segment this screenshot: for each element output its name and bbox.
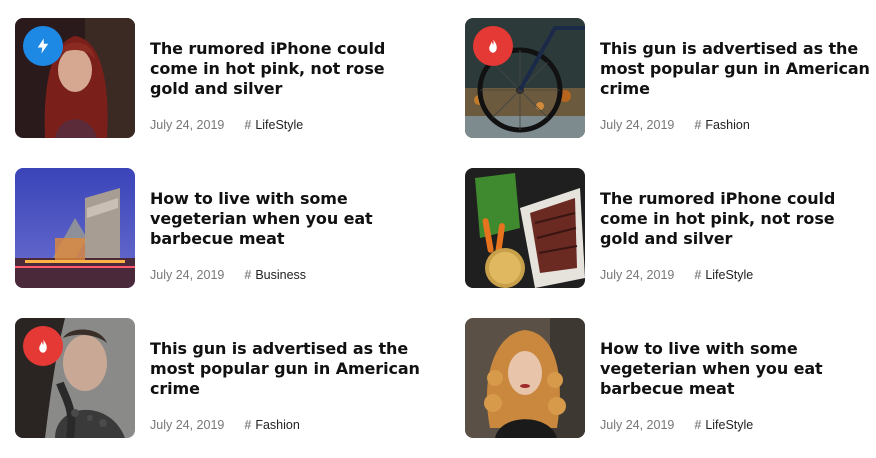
post-card[interactable]: How to live with some vegeterian when yo… (465, 318, 876, 438)
flash-icon (37, 38, 49, 54)
post-card[interactable]: This gun is advertised as the most popul… (15, 318, 435, 438)
post-thumbnail-building[interactable] (15, 168, 135, 288)
flash-badge (23, 26, 63, 66)
post-info: The rumored iPhone could come in hot pin… (600, 168, 870, 282)
post-info: This gun is advertised as the most popul… (600, 18, 870, 132)
hash-icon: # (244, 418, 252, 432)
post-card[interactable]: The rumored iPhone could come in hot pin… (465, 168, 876, 288)
post-info: How to live with some vegeterian when yo… (150, 168, 420, 282)
fire-icon (489, 38, 497, 53)
fire-badge (473, 26, 513, 66)
hash-icon: # (244, 118, 252, 132)
post-info: This gun is advertised as the most popul… (150, 318, 420, 432)
post-info: The rumored iPhone could come in hot pin… (150, 18, 420, 132)
fire-icon (39, 338, 47, 353)
post-thumbnail-bicycle[interactable] (465, 18, 585, 138)
post-date: July 24, 2019 (600, 118, 675, 132)
post-meta: July 24, 2019 # Fashion (600, 118, 870, 132)
post-thumbnail-steak[interactable] (465, 168, 585, 288)
post-date: July 24, 2019 (150, 418, 225, 432)
fire-badge (23, 326, 63, 366)
post-meta: July 24, 2019 # Fashion (150, 418, 420, 432)
woman-curly-blonde-hair-photo (465, 318, 585, 438)
post-title[interactable]: This gun is advertised as the most popul… (150, 339, 420, 399)
grilled-steak-vegetables-photo (465, 168, 585, 288)
post-grid: The rumored iPhone could come in hot pin… (0, 0, 876, 458)
modern-building-night-photo (15, 168, 135, 288)
post-title[interactable]: How to live with some vegeterian when yo… (600, 339, 870, 399)
post-title[interactable]: The rumored iPhone could come in hot pin… (600, 189, 870, 249)
post-info: How to live with some vegeterian when yo… (600, 318, 870, 432)
post-card[interactable]: How to live with some vegeterian when yo… (15, 168, 435, 288)
post-date: July 24, 2019 (150, 118, 225, 132)
post-meta: July 24, 2019 # Business (150, 268, 420, 282)
post-date: July 24, 2019 (600, 418, 675, 432)
post-category-link[interactable]: Business (255, 268, 306, 282)
hash-icon: # (694, 418, 702, 432)
post-date: July 24, 2019 (150, 268, 225, 282)
hash-icon: # (694, 118, 702, 132)
post-meta: July 24, 2019 # LifeStyle (600, 418, 870, 432)
post-category-link[interactable]: LifeStyle (705, 268, 753, 282)
hash-icon: # (244, 268, 252, 282)
post-category-link[interactable]: Fashion (255, 418, 299, 432)
post-thumbnail-blonde-woman[interactable] (465, 318, 585, 438)
post-card[interactable]: This gun is advertised as the most popul… (465, 18, 876, 138)
post-category-link[interactable]: LifeStyle (255, 118, 303, 132)
post-category-link[interactable]: Fashion (705, 118, 749, 132)
post-card[interactable]: The rumored iPhone could come in hot pin… (15, 18, 435, 138)
post-meta: July 24, 2019 # LifeStyle (150, 118, 420, 132)
post-meta: July 24, 2019 # LifeStyle (600, 268, 870, 282)
post-thumbnail-woman-red-hair[interactable] (15, 18, 135, 138)
post-title[interactable]: How to live with some vegeterian when yo… (150, 189, 420, 249)
post-date: July 24, 2019 (600, 268, 675, 282)
post-title[interactable]: The rumored iPhone could come in hot pin… (150, 39, 420, 99)
post-category-link[interactable]: LifeStyle (705, 418, 753, 432)
post-thumbnail-tattoo[interactable] (15, 318, 135, 438)
hash-icon: # (694, 268, 702, 282)
post-title[interactable]: This gun is advertised as the most popul… (600, 39, 870, 99)
